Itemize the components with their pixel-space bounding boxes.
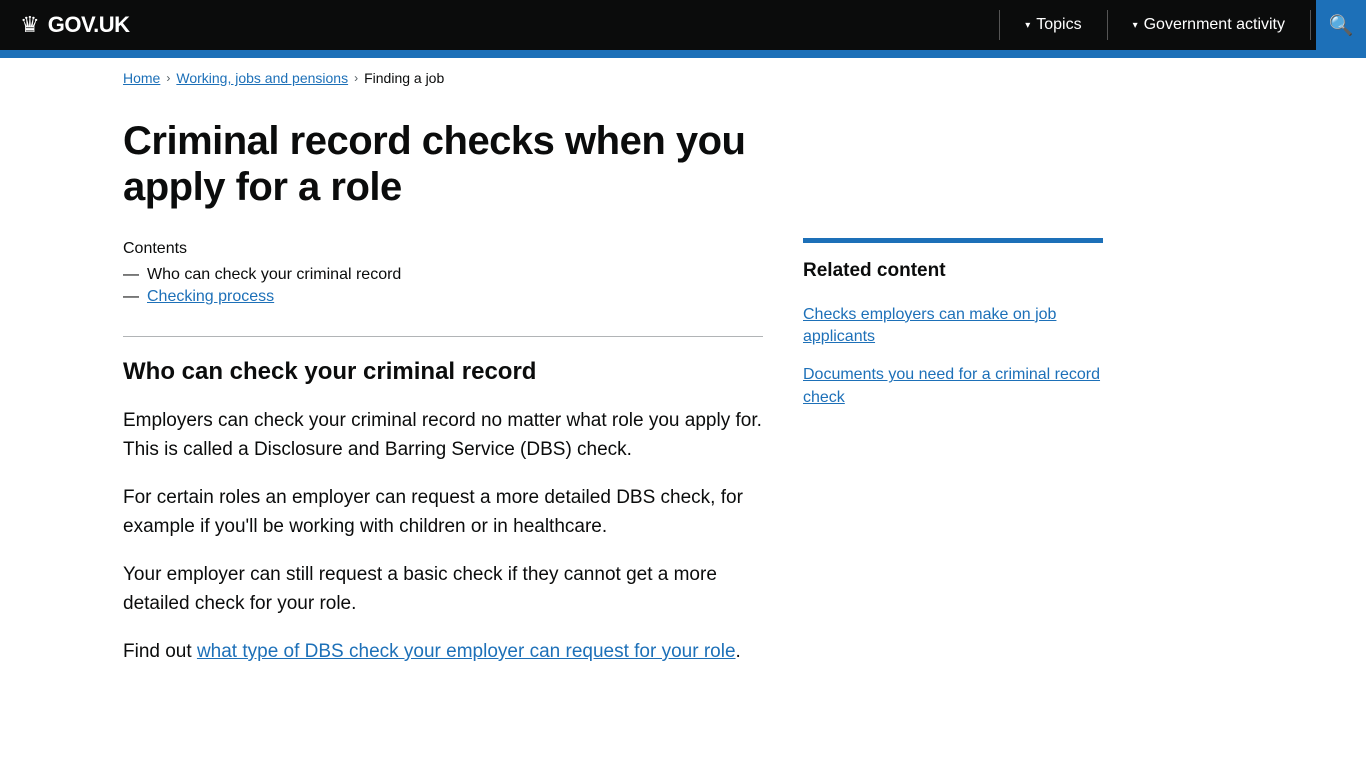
contents-item-2: — Checking process bbox=[123, 288, 763, 306]
page-title: Criminal record checks when you apply fo… bbox=[123, 118, 763, 210]
paragraph-4-before: Find out bbox=[123, 641, 197, 662]
section-heading: Who can check your criminal record bbox=[123, 357, 763, 387]
paragraph-4: Find out what type of DBS check your emp… bbox=[123, 638, 763, 667]
breadcrumb-sep-2: › bbox=[354, 71, 358, 85]
related-links-list: Checks employers can make on job applica… bbox=[803, 304, 1103, 410]
header-nav: ▾ Topics ▾ Government activity 🔍 bbox=[994, 0, 1366, 50]
contents-item-1: — Who can check your criminal record bbox=[123, 266, 763, 284]
breadcrumb-home[interactable]: Home bbox=[123, 70, 160, 86]
breadcrumb-wrapper: Home › Working, jobs and pensions › Find… bbox=[103, 58, 1263, 98]
dbs-check-link[interactable]: what type of DBS check your employer can… bbox=[197, 641, 736, 662]
gov-activity-label: Government activity bbox=[1144, 16, 1285, 34]
contents-section: Contents — Who can check your criminal r… bbox=[123, 240, 763, 306]
nav-divider-3 bbox=[1310, 10, 1311, 40]
related-link-2[interactable]: Documents you need for a criminal record… bbox=[803, 366, 1100, 405]
contents-dash-1: — bbox=[123, 266, 139, 284]
related-link-item-2: Documents you need for a criminal record… bbox=[803, 364, 1103, 409]
breadcrumb-current: Finding a job bbox=[364, 70, 444, 86]
section-divider bbox=[123, 336, 763, 337]
nav-divider-2 bbox=[1107, 10, 1108, 40]
topics-label: Topics bbox=[1036, 16, 1081, 34]
search-button[interactable]: 🔍 bbox=[1316, 0, 1366, 50]
main-content: Criminal record checks when you apply fo… bbox=[123, 118, 763, 687]
accent-bar bbox=[0, 50, 1366, 58]
search-icon: 🔍 bbox=[1329, 13, 1354, 38]
site-header: ♛ GOV.UK ▾ Topics ▾ Government activity … bbox=[0, 0, 1366, 50]
gov-activity-button[interactable]: ▾ Government activity bbox=[1113, 0, 1305, 50]
related-title: Related content bbox=[803, 259, 1103, 284]
related-content: Related content Checks employers can mak… bbox=[803, 238, 1103, 409]
logo-area: ♛ GOV.UK bbox=[0, 12, 994, 38]
paragraph-1: Employers can check your criminal record… bbox=[123, 407, 763, 464]
govuk-logo[interactable]: GOV.UK bbox=[48, 12, 130, 38]
sidebar: Related content Checks employers can mak… bbox=[803, 118, 1103, 687]
breadcrumb: Home › Working, jobs and pensions › Find… bbox=[123, 70, 1243, 86]
gov-activity-chevron-icon: ▾ bbox=[1133, 20, 1138, 31]
contents-label: Contents bbox=[123, 240, 763, 258]
main-wrapper: Criminal record checks when you apply fo… bbox=[103, 98, 1263, 727]
breadcrumb-working[interactable]: Working, jobs and pensions bbox=[176, 70, 348, 86]
contents-item-1-text: Who can check your criminal record bbox=[147, 266, 401, 284]
topics-button[interactable]: ▾ Topics bbox=[1005, 0, 1101, 50]
contents-list: — Who can check your criminal record — C… bbox=[123, 266, 763, 306]
paragraph-2: For certain roles an employer can reques… bbox=[123, 484, 763, 541]
contents-dash-2: — bbox=[123, 288, 139, 306]
related-link-1[interactable]: Checks employers can make on job applica… bbox=[803, 306, 1056, 345]
crown-icon: ♛ bbox=[20, 12, 40, 38]
paragraph-4-after: . bbox=[736, 641, 741, 662]
related-link-item-1: Checks employers can make on job applica… bbox=[803, 304, 1103, 349]
paragraph-3: Your employer can still request a basic … bbox=[123, 561, 763, 618]
breadcrumb-sep-1: › bbox=[166, 71, 170, 85]
nav-divider bbox=[999, 10, 1000, 40]
contents-item-2-link[interactable]: Checking process bbox=[147, 288, 274, 306]
topics-chevron-icon: ▾ bbox=[1025, 20, 1030, 31]
